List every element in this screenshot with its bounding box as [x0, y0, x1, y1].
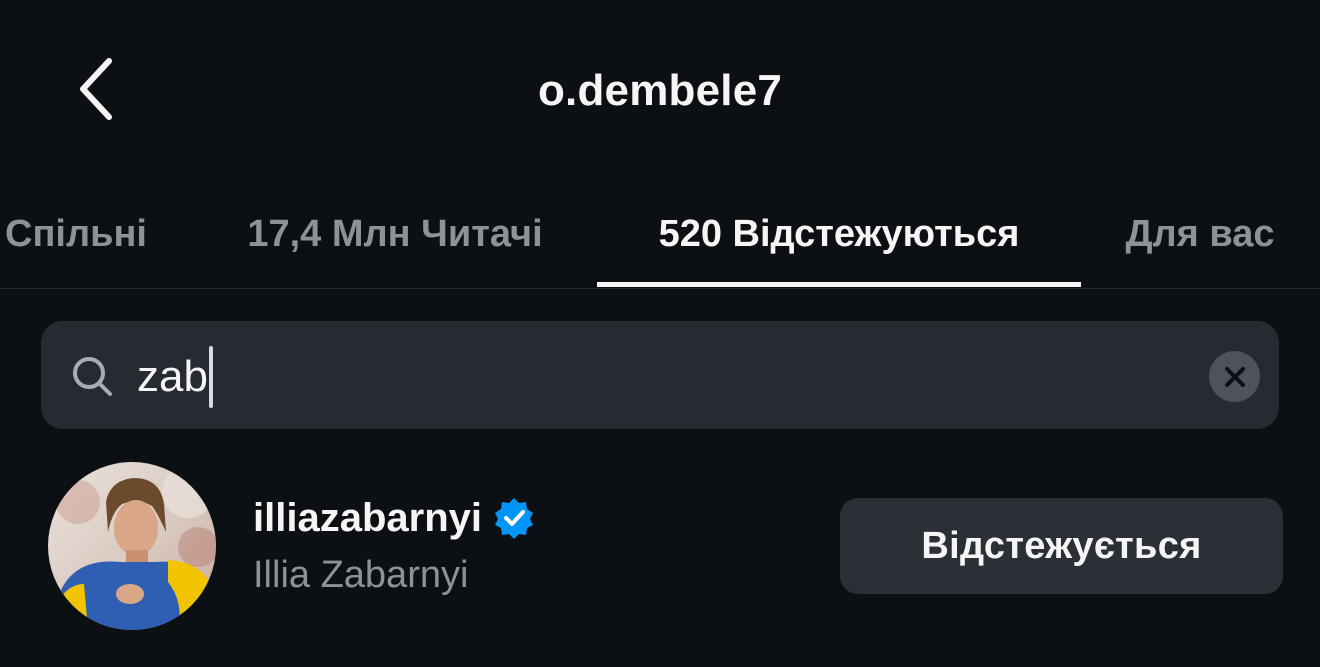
tab-followers[interactable]: 17,4 Млн Читачі — [215, 180, 575, 288]
close-icon — [1224, 366, 1245, 387]
verified-badge-icon — [494, 498, 533, 539]
page-title: o.dembele7 — [537, 66, 783, 115]
tab-mutual[interactable]: Спільні — [0, 180, 160, 288]
clear-search-button[interactable] — [1209, 351, 1260, 402]
search-input[interactable]: zab — [137, 342, 213, 412]
profile-photo — [48, 462, 216, 630]
active-tab-indicator — [597, 282, 1081, 287]
search-input-value: zab — [137, 352, 208, 401]
following-button[interactable]: Відстежується — [840, 498, 1283, 594]
search-icon — [73, 357, 112, 396]
result-username: illiazabarnyi — [253, 496, 482, 540]
avatar[interactable] — [48, 462, 216, 630]
tab-for-you[interactable]: Для вас — [1105, 180, 1295, 288]
profile-tabs: Спільні 17,4 Млн Читачі 520 Відстежуютьс… — [0, 180, 1320, 289]
result-username-link[interactable]: illiazabarnyi — [253, 490, 536, 546]
search-bar[interactable] — [41, 321, 1279, 429]
result-full-name: Illia Zabarnyi — [253, 554, 469, 596]
text-caret — [208, 346, 213, 408]
tab-following[interactable]: 520 Відстежуються — [597, 180, 1081, 288]
top-navigation-bar: o.dembele7 — [0, 0, 1320, 180]
